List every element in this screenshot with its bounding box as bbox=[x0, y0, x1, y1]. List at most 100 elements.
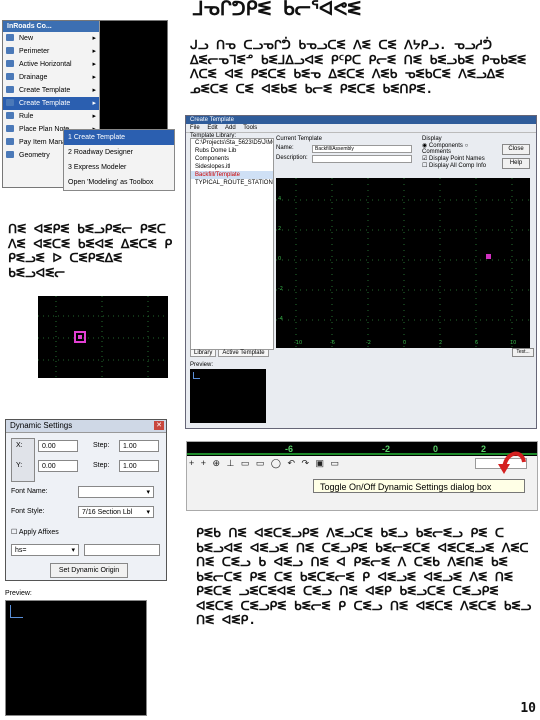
font-style-select[interactable]: 7/16 Section Lbl ▾ bbox=[78, 506, 154, 518]
dynamic-settings-dialog: Dynamic Settings ✕ X: 0.00 Y: 0.00 Step:… bbox=[5, 419, 167, 581]
create-template-submenu: 1 Create Template 2 Roadway Designer 3 E… bbox=[63, 129, 175, 191]
tree-item[interactable]: Rubs Dome Lib bbox=[191, 147, 273, 155]
tree-item-selected[interactable]: Backfill/Template bbox=[191, 171, 273, 179]
direction-pad[interactable] bbox=[11, 438, 35, 482]
close-button[interactable]: Close bbox=[502, 144, 530, 155]
components-radio[interactable]: ◉ Components ○ Comments bbox=[422, 142, 494, 155]
pay-item-icon bbox=[6, 138, 14, 145]
dialog-title: Create Template bbox=[186, 116, 536, 124]
affix-select[interactable]: hs= ▾ bbox=[11, 544, 79, 556]
tooltip: Toggle On/Off Dynamic Settings dialog bo… bbox=[313, 479, 525, 493]
svg-text:0: 0 bbox=[278, 256, 281, 262]
preview-label: Preview: bbox=[5, 590, 32, 597]
page-number: 10 bbox=[520, 701, 536, 716]
submenu-open-toolbox[interactable]: Open 'Modeling' as Toolbox bbox=[64, 175, 174, 190]
submenu-roadway-designer[interactable]: 2 Roadway Designer bbox=[64, 145, 174, 160]
tree-item[interactable]: C:\Projects\Sta_5623\D5\J\MODEL bbox=[191, 139, 273, 147]
affix-input[interactable] bbox=[84, 544, 160, 556]
dynamic-settings-paragraph: ᑭᓬᑲ ᑎᓬ ᐊᓬᑕᓬᓗᑭᓬ ᐱᓬᓗᑕᓬ ᑲᓬᓗ ᑲᓬᓕᓬᓗ ᑭᓬ ᑕ ᑲᓬᓗᐊ… bbox=[196, 525, 532, 627]
svg-text:-2: -2 bbox=[366, 340, 371, 346]
document-icon bbox=[6, 34, 14, 41]
tab-library[interactable]: Library bbox=[190, 349, 217, 357]
tree-item[interactable]: Components bbox=[191, 155, 273, 163]
svg-text:6: 6 bbox=[475, 340, 478, 346]
name-field[interactable]: Backfill/Assembly bbox=[312, 145, 412, 153]
submenu-express-modeler[interactable]: 3 Express Modeler bbox=[64, 160, 174, 175]
menu-file[interactable]: File bbox=[190, 125, 200, 131]
canvas-grid: 4 2 0 -2 -4 -10 -6 -2 0 2 6 10 bbox=[276, 178, 530, 348]
step-x-input[interactable]: 1.00 bbox=[119, 440, 159, 452]
step-label-2: Step: bbox=[93, 462, 110, 469]
perimeter-icon bbox=[6, 47, 14, 54]
dialog-title: Dynamic Settings ✕ bbox=[6, 420, 166, 433]
tree-item[interactable]: TYPICAL_ROUTE_STATION bbox=[191, 179, 273, 187]
toolbar-icons[interactable]: + + ⊕ ⊥ ▭ ▭ ◯ ↶ ↷ ▣ ▭ bbox=[189, 458, 341, 469]
curved-arrow-icon bbox=[498, 451, 526, 474]
step-label-1: Step: bbox=[93, 442, 110, 449]
svg-text:-10: -10 bbox=[294, 340, 302, 346]
font-name-label: Font Name: bbox=[11, 488, 48, 495]
template-toolbar-screenshot: -6 -2 0 2 + + ⊕ ⊥ ▭ ▭ ◯ ↶ ↷ ▣ ▭ Toggle O… bbox=[186, 441, 538, 511]
x-input[interactable]: 0.00 bbox=[38, 440, 78, 452]
template-icon bbox=[6, 86, 14, 93]
svg-text:2: 2 bbox=[439, 340, 442, 346]
origin-grid bbox=[38, 296, 168, 378]
drainage-icon bbox=[6, 73, 14, 80]
menu-item-active-horizontal[interactable]: Active Horizontal ▸ bbox=[3, 58, 99, 71]
menu-item-drainage[interactable]: Drainage ▸ bbox=[3, 71, 99, 84]
tab-active-template[interactable]: Active Template bbox=[218, 349, 269, 357]
submenu-create-template[interactable]: 1 Create Template bbox=[64, 130, 174, 145]
horizontal-icon bbox=[6, 60, 14, 67]
note-icon bbox=[6, 125, 14, 132]
menu-add[interactable]: Add bbox=[225, 125, 236, 131]
preview-panel bbox=[5, 600, 147, 716]
geometry-icon bbox=[6, 151, 14, 158]
svg-text:-2: -2 bbox=[278, 286, 283, 292]
svg-text:-6: -6 bbox=[330, 340, 335, 346]
menu-item-perimeter[interactable]: Perimeter ▸ bbox=[3, 45, 99, 58]
help-button[interactable]: Help bbox=[502, 158, 530, 169]
corner-marker-icon bbox=[193, 372, 200, 379]
menu-item-rule[interactable]: Rule ▸ bbox=[3, 110, 99, 123]
menu-screenshot: InRoads Co... New ▸ Perimeter ▸ Active Hor… bbox=[2, 20, 175, 191]
point-names-checkbox[interactable]: ☑ Display Point Names bbox=[422, 155, 494, 162]
y-input[interactable]: 0.00 bbox=[38, 460, 78, 472]
ruler: -6 -2 0 2 bbox=[187, 442, 537, 456]
menu-item-create-template[interactable]: Create Template ▸ bbox=[3, 84, 99, 97]
step-y-input[interactable]: 1.00 bbox=[119, 460, 159, 472]
template-canvas[interactable]: 4 2 0 -2 -4 -10 -6 -2 0 2 6 10 bbox=[276, 178, 530, 348]
preview-label: Preview: bbox=[190, 362, 214, 368]
name-label: Name: bbox=[276, 145, 294, 151]
menu-tools[interactable]: Tools bbox=[243, 125, 257, 131]
menu-edit[interactable]: Edit bbox=[207, 125, 217, 131]
dialog-tabs: Library Active Template bbox=[190, 349, 271, 357]
template-icon bbox=[6, 99, 14, 106]
description-label: Description: bbox=[276, 155, 308, 161]
menu-item-new[interactable]: New ▸ bbox=[3, 32, 99, 45]
dialog-buttons: Close Help bbox=[502, 144, 530, 172]
display-options: Display ◉ Components ○ Comments ☑ Displa… bbox=[422, 136, 494, 169]
template-preview bbox=[190, 369, 266, 423]
tree-item[interactable]: Sideslopes.itl bbox=[191, 163, 273, 171]
dynamic-origin-canvas[interactable] bbox=[38, 296, 168, 378]
apply-affixes-checkbox[interactable]: ☐ Apply Affixes bbox=[11, 528, 59, 536]
origin-point[interactable] bbox=[486, 254, 491, 259]
test-button[interactable]: Test... bbox=[512, 348, 534, 357]
font-style-label: Font Style: bbox=[11, 508, 45, 515]
template-library-tree[interactable]: C:\Projects\Sta_5623\D5\J\MODEL Rubs Dom… bbox=[190, 138, 274, 350]
create-template-dialog: Create Template File Edit Add Tools Temp… bbox=[185, 115, 537, 429]
close-icon[interactable]: ✕ bbox=[154, 421, 164, 430]
description-field[interactable] bbox=[312, 155, 412, 163]
font-name-select[interactable]: ▾ bbox=[78, 486, 154, 498]
y-label: Y: bbox=[16, 462, 23, 469]
canvas-note: ᑎᓬ ᐊᓬᑭᓬ ᑲᓬᓗᑭᓬᓕ ᑭᓬᑕ ᐱᓬ ᐊᓬᑕᓬ ᑲᓬᐊᓬ ᐃᓬᑕᓬ ᑭ ᑭ… bbox=[8, 221, 173, 280]
svg-text:-4: -4 bbox=[278, 316, 283, 322]
rule-icon bbox=[6, 112, 14, 119]
page-title: ᒧᓀᒋᕥᑭᓬ ᑲᓕᕐᐊᕙᓬ bbox=[192, 0, 362, 20]
comp-info-checkbox[interactable]: ☐ Display All Comp Info bbox=[422, 162, 494, 169]
menu-header: InRoads Co... bbox=[3, 21, 99, 32]
menu-item-create-template-selected[interactable]: Create Template ▸ bbox=[3, 97, 99, 110]
x-label: X: bbox=[16, 442, 23, 449]
svg-text:10: 10 bbox=[510, 340, 516, 346]
set-dynamic-origin-button[interactable]: Set Dynamic Origin bbox=[50, 563, 128, 578]
